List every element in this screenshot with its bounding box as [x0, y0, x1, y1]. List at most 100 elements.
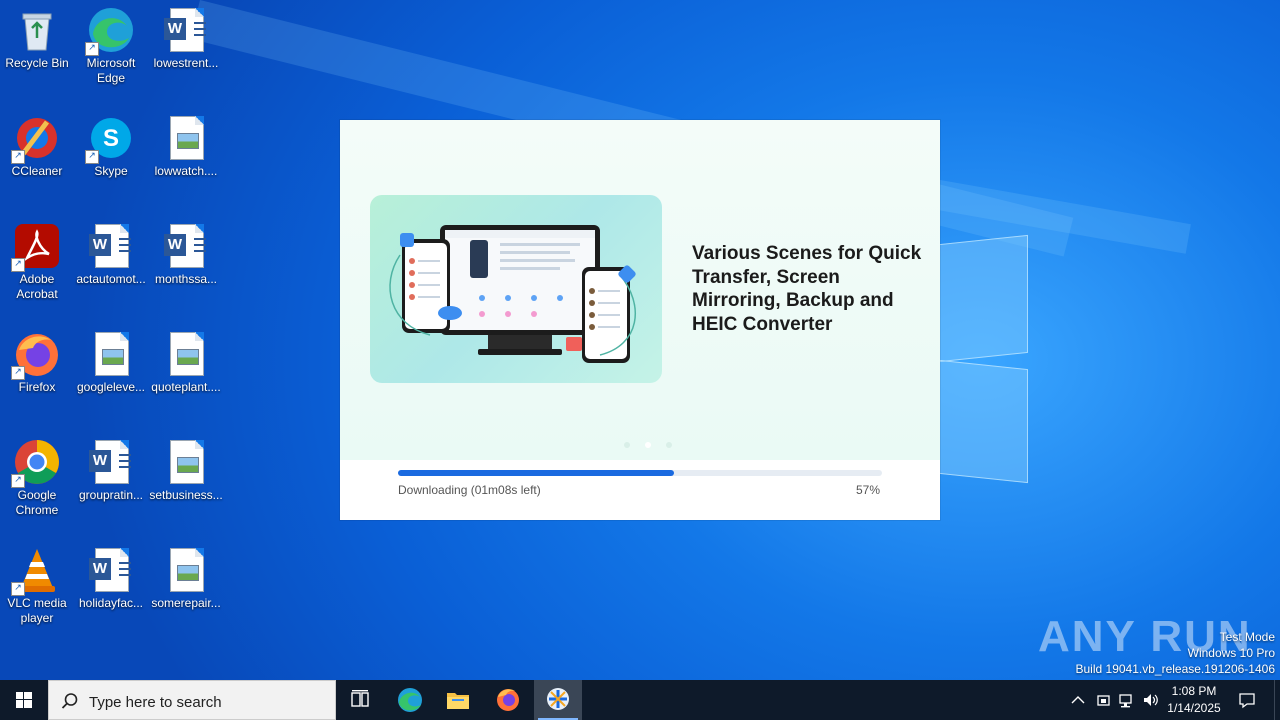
- taskbar-clock[interactable]: 1:08 PM 1/14/2025: [1162, 683, 1226, 717]
- word-document-icon: W: [162, 222, 210, 270]
- desktop-icon-adobe-acrobat[interactable]: ↗ Adobe Acrobat: [0, 216, 74, 316]
- desktop-icon-word-doc[interactable]: W lowestrent...: [149, 0, 223, 100]
- shortcut-arrow-icon: ↗: [11, 150, 25, 164]
- icon-label: setbusiness...: [149, 488, 223, 502]
- start-button[interactable]: [0, 680, 48, 720]
- shortcut-arrow-icon: ↗: [85, 42, 99, 56]
- clock-date: 1/14/2025: [1167, 701, 1221, 715]
- recycle-bin-icon: [13, 6, 61, 54]
- file-explorer-icon: [447, 693, 469, 709]
- icon-label: googleleve...: [76, 380, 146, 394]
- download-progress-bar: [398, 470, 882, 476]
- windows-logo-art: [930, 234, 1030, 484]
- search-icon: [61, 693, 78, 709]
- installer-app-icon: [547, 688, 569, 710]
- shortcut-arrow-icon: ↗: [11, 366, 25, 380]
- edge-icon: [398, 688, 422, 712]
- search-input[interactable]: [87, 690, 331, 714]
- show-hidden-icons-chevron-icon[interactable]: [1069, 690, 1087, 710]
- desktop-icon-image-file[interactable]: quoteplant....: [149, 324, 223, 424]
- icon-label: actautomot...: [76, 272, 146, 286]
- shortcut-arrow-icon: ↗: [11, 258, 25, 272]
- shortcut-arrow-icon: ↗: [11, 582, 25, 596]
- image-file-icon: [162, 438, 210, 486]
- vlc-icon: ↗: [11, 546, 61, 596]
- build-string-text: Build 19041.vb_release.191206-1406: [1075, 662, 1276, 676]
- image-file-icon: [87, 330, 135, 378]
- chrome-icon: ↗: [11, 438, 61, 488]
- test-mode-text: Test Mode: [1219, 630, 1275, 644]
- icon-label: Microsoft Edge: [86, 56, 136, 85]
- icon-label: lowwatch....: [154, 164, 218, 178]
- desktop-icon-image-file[interactable]: somerepair...: [149, 540, 223, 640]
- shortcut-arrow-icon: ↗: [85, 150, 99, 164]
- image-file-icon: [162, 546, 210, 594]
- desktop-icon-word-doc[interactable]: W groupratin...: [74, 432, 148, 532]
- shortcut-arrow-icon: ↗: [11, 474, 25, 488]
- svg-text:S: S: [103, 125, 119, 152]
- taskbar-file-explorer-button[interactable]: [434, 680, 482, 720]
- desktop-background: Recycle Bin ↗ CCleaner ↗ Adobe Acrobat ↗…: [0, 0, 1280, 680]
- desktop-icon-ccleaner[interactable]: ↗ CCleaner: [0, 108, 74, 208]
- desktop-icon-recycle-bin[interactable]: Recycle Bin: [0, 0, 74, 100]
- desktop-icon-word-doc[interactable]: W actautomot...: [74, 216, 148, 316]
- hero-illustration: [370, 195, 662, 383]
- word-document-icon: W: [87, 222, 135, 270]
- desktop-icon-image-file[interactable]: googleleve...: [74, 324, 148, 424]
- taskbar-firefox-button[interactable]: [484, 680, 532, 720]
- firefox-icon: [497, 689, 519, 711]
- icon-label: quoteplant....: [151, 380, 221, 394]
- taskbar: 1:08 PM 1/14/2025: [0, 680, 1280, 720]
- word-document-icon: W: [162, 6, 210, 54]
- windows-edition-text: Windows 10 Pro: [1187, 646, 1275, 660]
- download-status-text: Downloading (01m08s left): [398, 483, 541, 497]
- desktop-icon-firefox[interactable]: ↗ Firefox: [0, 324, 74, 424]
- desktop-icon-word-doc[interactable]: W monthssa...: [149, 216, 223, 316]
- slide-headline: Various Scenes for Quick Transfer, Scree…: [692, 243, 922, 335]
- word-document-icon: W: [87, 438, 135, 486]
- icon-label: Google Chrome: [15, 488, 59, 517]
- icon-label: monthssa...: [154, 272, 218, 286]
- slide-dot[interactable]: [624, 442, 630, 448]
- taskbar-installer-button[interactable]: [534, 680, 582, 720]
- ccleaner-icon: ↗: [11, 114, 61, 164]
- task-view-button[interactable]: [336, 680, 384, 720]
- desktop-icon-image-file[interactable]: lowwatch....: [149, 108, 223, 208]
- image-file-icon: [162, 330, 210, 378]
- security-tray-icon[interactable]: [1094, 690, 1112, 710]
- download-percent: 57%: [855, 483, 880, 497]
- icon-label: lowestrent...: [153, 56, 219, 70]
- skype-icon: S ↗: [85, 114, 135, 164]
- volume-icon[interactable]: [1141, 690, 1159, 710]
- show-desktop-button[interactable]: [1274, 680, 1280, 720]
- image-file-icon: [162, 114, 210, 162]
- icon-label: Skype: [94, 164, 128, 178]
- installer-window[interactable]: Various Scenes for Quick Transfer, Scree…: [340, 120, 940, 520]
- windows-build-info: Test Mode Windows 10 Pro Build 19041.vb_…: [1076, 629, 1276, 677]
- notification-center-icon[interactable]: [1238, 690, 1256, 710]
- windows-start-icon: [16, 692, 32, 708]
- slide-dot[interactable]: [666, 442, 672, 448]
- edge-icon: ↗: [85, 6, 135, 56]
- icon-label: somerepair...: [151, 596, 221, 610]
- icon-label: holidayfac...: [78, 596, 144, 610]
- network-icon[interactable]: [1117, 690, 1135, 710]
- icon-label: groupratin...: [78, 488, 144, 502]
- icon-label: VLC media player: [7, 596, 67, 625]
- desktop-icon-image-file[interactable]: setbusiness...: [149, 432, 223, 532]
- icon-label: CCleaner: [11, 164, 63, 178]
- icon-label: Recycle Bin: [5, 56, 69, 70]
- word-document-icon: W: [87, 546, 135, 594]
- desktop-icon-google-chrome[interactable]: ↗ Google Chrome: [0, 432, 74, 532]
- taskbar-edge-button[interactable]: [386, 680, 434, 720]
- icon-label: Adobe Acrobat: [16, 272, 58, 301]
- desktop-icon-skype[interactable]: S ↗ Skype: [74, 108, 148, 208]
- taskbar-search-box[interactable]: [48, 680, 336, 720]
- desktop-icon-word-doc[interactable]: W holidayfac...: [74, 540, 148, 640]
- firefox-icon: ↗: [11, 330, 61, 380]
- acrobat-icon: ↗: [11, 222, 61, 272]
- task-view-icon: [351, 690, 369, 707]
- slide-dot-active[interactable]: [645, 442, 651, 448]
- desktop-icon-vlc[interactable]: ↗ VLC media player: [0, 540, 74, 640]
- desktop-icon-microsoft-edge[interactable]: ↗ Microsoft Edge: [74, 0, 148, 100]
